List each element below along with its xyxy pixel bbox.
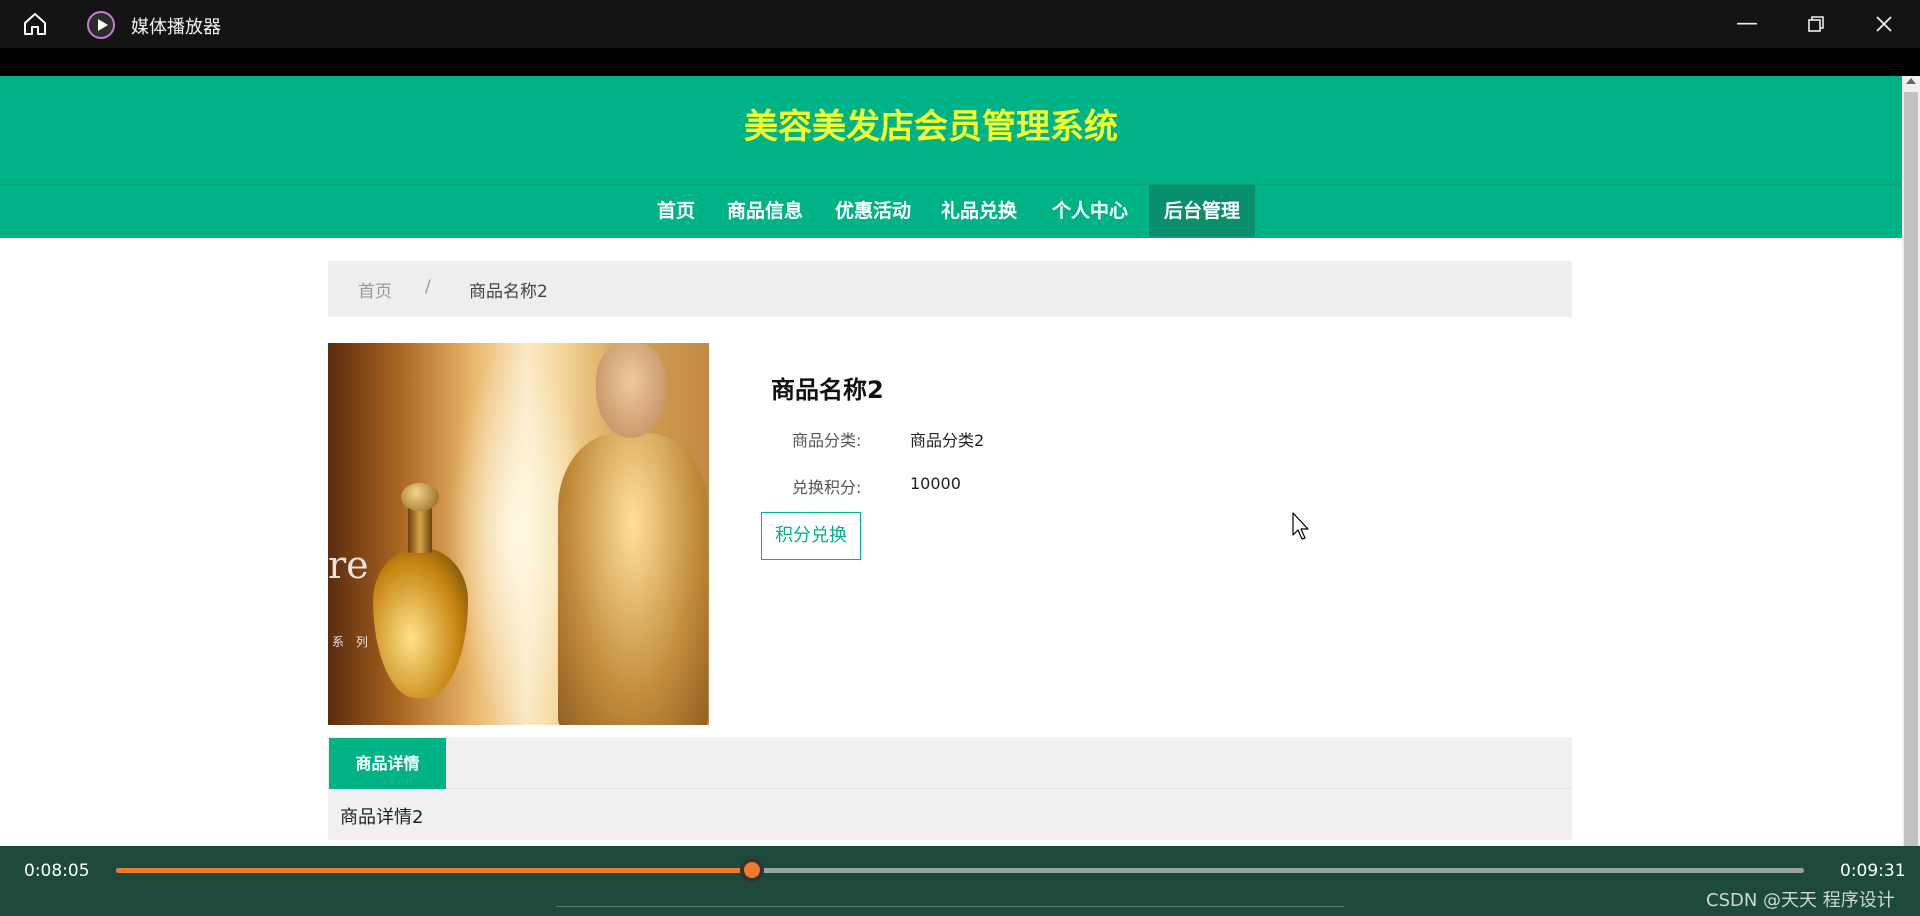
minimize-icon[interactable]: —: [1733, 10, 1761, 38]
restore-icon[interactable]: [1801, 10, 1829, 38]
site-title: 美容美发店会员管理系统: [744, 107, 1118, 147]
points-label: 兑换积分:: [792, 478, 862, 497]
site-header: 美容美发店会员管理系统: [0, 76, 1902, 184]
product-image: re 系 列: [328, 343, 709, 725]
nav-item-home[interactable]: 首页: [648, 185, 704, 237]
seek-bar[interactable]: [116, 868, 1804, 873]
nav-item-personal-center[interactable]: 个人中心: [1040, 185, 1140, 237]
player-title: 媒体播放器: [131, 17, 221, 38]
seek-progress: [116, 868, 752, 873]
divider: [556, 906, 1344, 907]
seek-handle[interactable]: [740, 858, 764, 882]
watermark: CSDN @天天 程序设计: [1706, 890, 1895, 911]
player-title-bar: 媒体播放器 —: [0, 0, 1920, 48]
breadcrumb-current: 商品名称2: [469, 282, 548, 302]
model-figure: [558, 433, 708, 725]
mouse-cursor-icon: [1292, 512, 1309, 540]
nav-item-products[interactable]: 商品信息: [720, 185, 810, 237]
scroll-up-icon[interactable]: [1906, 78, 1916, 84]
breadcrumb-home[interactable]: 首页: [358, 277, 392, 302]
points-value: 10000: [910, 474, 961, 493]
home-icon[interactable]: [22, 11, 48, 37]
total-time: 0:09:31: [1840, 861, 1906, 881]
scrollbar-thumb[interactable]: [1904, 92, 1918, 846]
redeem-points-button[interactable]: 积分兑换: [761, 512, 861, 560]
image-caption: re: [328, 543, 369, 587]
player-controls: 0:08:05 0:09:31 CSDN @天天 程序设计: [0, 846, 1920, 916]
breadcrumb-separator: /: [425, 277, 431, 297]
current-time: 0:08:05: [24, 861, 90, 881]
nav-item-promotions[interactable]: 优惠活动: [826, 185, 920, 237]
play-circle-icon: [87, 11, 115, 39]
video-frame: 美容美发店会员管理系统 首页 商品信息 优惠活动 礼品兑换 个人中心 后台管理 …: [0, 76, 1920, 846]
image-caption-small: 系 列: [332, 635, 372, 649]
product-tabs: 商品详情 商品详情2: [328, 737, 1572, 840]
breadcrumb: 首页 / 商品名称2: [328, 261, 1572, 317]
tab-content: 商品详情2: [340, 807, 424, 828]
nav-item-admin[interactable]: 后台管理: [1149, 185, 1255, 237]
product-name: 商品名称2: [771, 376, 884, 404]
nav-item-gift-exchange[interactable]: 礼品兑换: [932, 185, 1026, 237]
category-label: 商品分类:: [792, 431, 862, 450]
tab-bar: 商品详情: [328, 737, 1572, 789]
tab-product-details[interactable]: 商品详情: [329, 738, 446, 789]
close-icon[interactable]: [1870, 10, 1898, 38]
main-nav: 首页 商品信息 优惠活动 礼品兑换 个人中心 后台管理: [0, 184, 1902, 238]
category-value: 商品分类2: [910, 431, 985, 450]
